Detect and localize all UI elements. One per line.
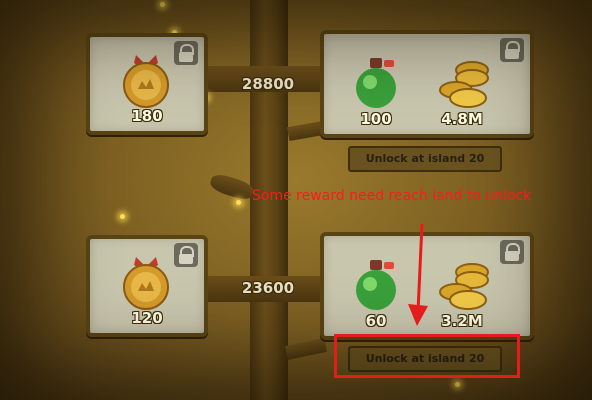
reward-quantity: 180 <box>131 107 163 125</box>
reward-quantity: 3.2M <box>441 312 483 330</box>
free-reward-card[interactable]: 120 <box>86 235 208 337</box>
reward-quantity: 4.8M <box>441 110 483 128</box>
unlock-requirement-label: Unlock at island 20 <box>348 146 502 172</box>
medal-icon <box>123 55 169 108</box>
potion-bottle-icon <box>356 260 396 310</box>
tree-branch <box>284 337 328 361</box>
reward-quantity: 60 <box>365 312 387 330</box>
gold-coins-icon <box>439 61 489 108</box>
potion-bottle-icon <box>356 58 396 108</box>
reward-quantity: 120 <box>131 309 163 327</box>
sparkle-icon <box>160 2 165 7</box>
sparkle-icon <box>120 214 125 219</box>
reward-quantity: 100 <box>360 110 392 128</box>
lock-icon <box>174 243 198 267</box>
lock-icon <box>500 38 524 62</box>
tree-leaf <box>208 171 256 203</box>
annotation-highlight-box <box>334 334 520 378</box>
milestone-score: 28800 <box>241 75 295 93</box>
reward-track-screen: 28800 180 100 4.8M Unlock at island 20 2… <box>0 0 592 400</box>
gold-coins-icon <box>439 263 489 310</box>
free-reward-card[interactable]: 180 <box>86 33 208 135</box>
lock-icon <box>500 240 524 264</box>
annotation-arrow-icon <box>408 223 428 326</box>
annotation-text: Some reward need reach land to unlock <box>252 188 532 204</box>
premium-reward-card[interactable]: 100 4.8M <box>320 30 534 138</box>
medal-icon <box>123 257 169 310</box>
sparkle-icon <box>236 200 241 205</box>
lock-icon <box>174 41 198 65</box>
sparkle-icon <box>455 382 460 387</box>
milestone-score: 23600 <box>241 279 295 297</box>
